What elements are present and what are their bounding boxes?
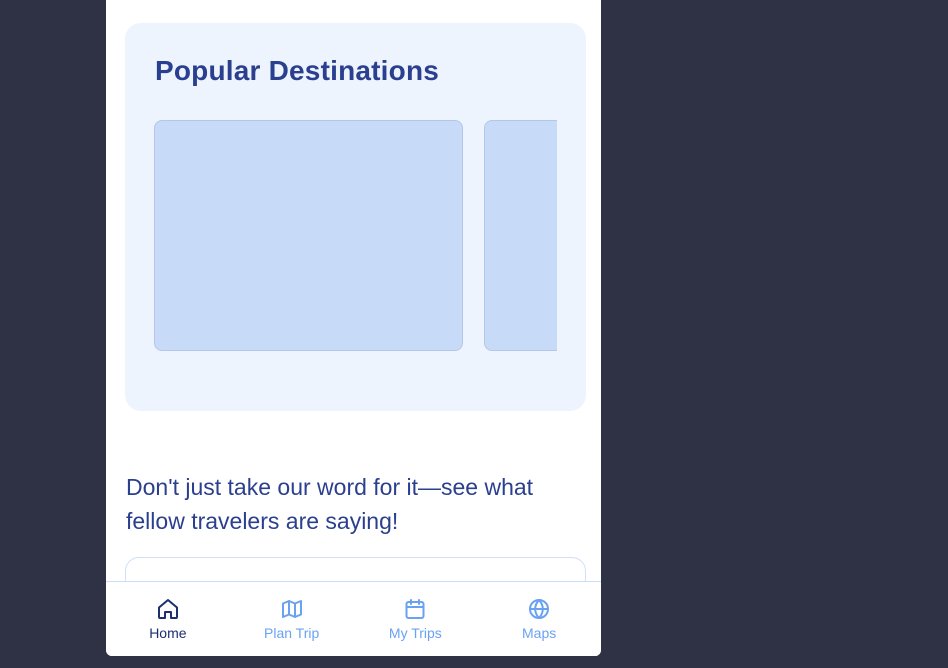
popular-destinations-title: Popular Destinations — [155, 55, 440, 86]
destinations-carousel[interactable] — [154, 120, 557, 353]
nav-item-my-trips[interactable]: My Trips — [354, 582, 478, 656]
bottom-nav: Home Plan Trip My Trips Maps — [106, 581, 601, 656]
phone-screen: Popular Destinations Don't just take our… — [106, 0, 601, 656]
nav-label-plan-trip: Plan Trip — [264, 625, 320, 641]
popular-destinations-section: Popular Destinations — [125, 23, 586, 411]
home-icon — [157, 599, 178, 619]
globe-icon — [529, 599, 550, 619]
nav-item-maps[interactable]: Maps — [477, 582, 601, 656]
calendar-icon — [405, 599, 425, 619]
destination-card[interactable] — [154, 120, 463, 351]
nav-item-home[interactable]: Home — [106, 582, 230, 656]
nav-label-home: Home — [149, 625, 187, 641]
destination-card[interactable] — [484, 120, 557, 351]
nav-item-plan-trip[interactable]: Plan Trip — [230, 582, 354, 656]
testimonials-intro: Don't just take our word for it—see what… — [126, 474, 534, 534]
nav-label-maps: Maps — [522, 625, 557, 641]
map-icon — [281, 600, 302, 618]
nav-label-my-trips: My Trips — [388, 625, 442, 641]
